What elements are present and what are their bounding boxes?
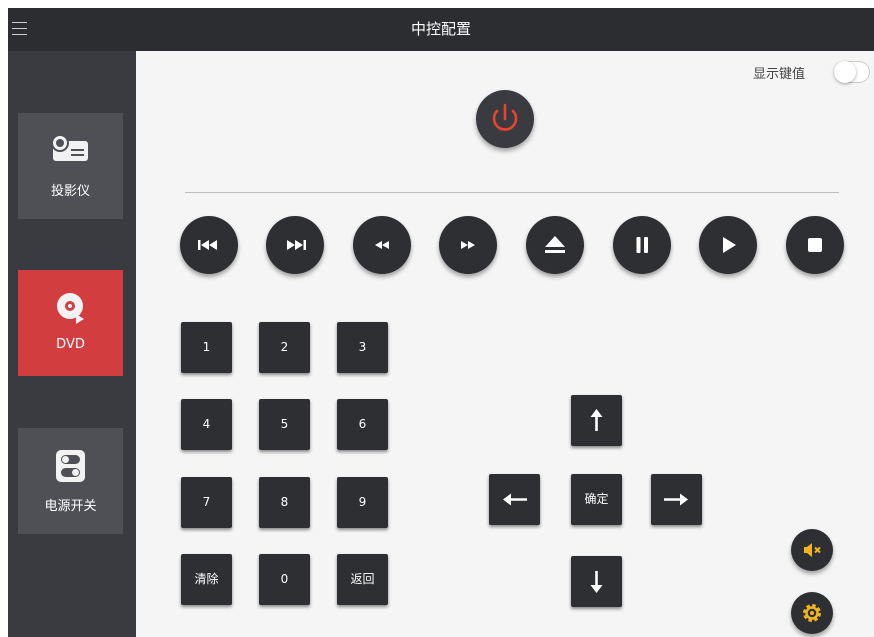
keypad-key-5[interactable]: 5 xyxy=(259,399,310,450)
keypad-key-7[interactable]: 7 xyxy=(181,477,232,528)
sidebar-item-dvd[interactable]: DVD xyxy=(18,270,123,376)
arrow-up-icon xyxy=(590,409,603,431)
ok-button[interactable]: 确定 xyxy=(571,474,622,525)
show-keys-label: 显示键值 xyxy=(753,67,806,82)
keypad-key-8[interactable]: 8 xyxy=(259,477,310,528)
arrow-left-icon xyxy=(503,493,527,506)
keypad-key-6[interactable]: 6 xyxy=(337,399,388,450)
keypad-key-4[interactable]: 4 xyxy=(181,399,232,450)
pause-button[interactable] xyxy=(613,216,671,274)
sidebar-item-label: DVD xyxy=(56,337,85,352)
left-button[interactable] xyxy=(489,474,540,525)
dvd-disc-icon xyxy=(18,292,123,324)
rewind-icon xyxy=(375,241,389,249)
skip-next-icon xyxy=(287,240,306,250)
projector-icon xyxy=(18,134,123,165)
show-keys-toggle[interactable] xyxy=(834,61,870,83)
pause-icon xyxy=(636,237,648,253)
power-icon xyxy=(492,103,518,131)
stop-button[interactable] xyxy=(786,216,844,274)
mute-icon xyxy=(804,543,821,557)
keypad-key-3[interactable]: 3 xyxy=(337,322,388,373)
skip-next-button[interactable] xyxy=(266,216,324,274)
keypad-key-1[interactable]: 1 xyxy=(181,322,232,373)
sidebar-item-label: 电源开关 xyxy=(44,499,97,514)
down-button[interactable] xyxy=(571,556,622,607)
skip-previous-icon xyxy=(198,240,217,250)
eject-icon xyxy=(545,236,565,253)
power-switch-icon xyxy=(18,450,123,482)
toggle-knob xyxy=(834,61,856,83)
sidebar-item-power-switch[interactable]: 电源开关 xyxy=(18,428,123,534)
clear-button[interactable]: 清除 xyxy=(181,554,232,605)
settings-button[interactable] xyxy=(791,592,833,634)
skip-previous-button[interactable] xyxy=(180,216,238,274)
back-button[interactable]: 返回 xyxy=(337,554,388,605)
power-button[interactable] xyxy=(476,90,534,148)
rewind-button[interactable] xyxy=(353,216,411,274)
app-window: 中控配置 投影仪 DVD 电源开关 显示键值 1 2 3 4 5 6 7 8 9… xyxy=(8,8,874,637)
play-icon xyxy=(723,237,736,253)
keypad-key-0[interactable]: 0 xyxy=(259,554,310,605)
keypad-key-9[interactable]: 9 xyxy=(337,477,388,528)
settings-gear-icon xyxy=(803,604,821,622)
title-bar: 中控配置 xyxy=(8,8,874,51)
main-panel: 显示键值 1 2 3 4 5 6 7 8 9 清除 0 返回 确定 xyxy=(136,51,874,637)
sidebar-item-label: 投影仪 xyxy=(50,184,90,199)
keypad-key-2[interactable]: 2 xyxy=(259,322,310,373)
divider xyxy=(185,192,839,193)
sidebar: 投影仪 DVD 电源开关 xyxy=(8,51,136,637)
arrow-right-icon xyxy=(664,493,688,506)
sidebar-item-projector[interactable]: 投影仪 xyxy=(18,113,123,219)
arrow-down-icon xyxy=(590,571,603,593)
stop-icon xyxy=(808,238,822,252)
eject-button[interactable] xyxy=(526,216,584,274)
play-button[interactable] xyxy=(699,216,757,274)
fast-forward-button[interactable] xyxy=(439,216,497,274)
right-button[interactable] xyxy=(651,474,702,525)
page-title: 中控配置 xyxy=(410,20,471,38)
ok-label: 确定 xyxy=(584,492,609,506)
fast-forward-icon xyxy=(461,241,475,249)
mute-button[interactable] xyxy=(791,529,833,571)
up-button[interactable] xyxy=(571,395,622,446)
